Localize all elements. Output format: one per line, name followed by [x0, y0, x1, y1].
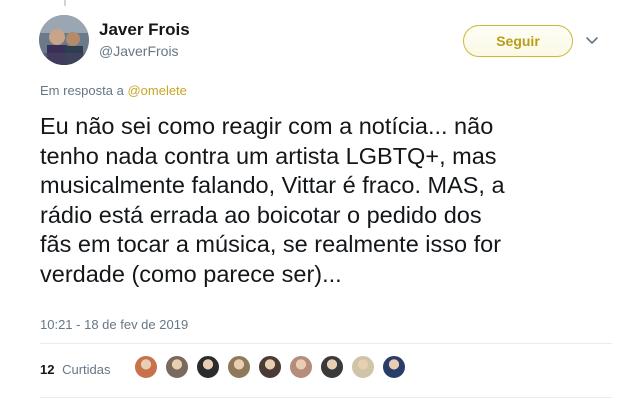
liker-avatar[interactable] [196, 355, 220, 379]
author-name[interactable]: Javer Frois [99, 20, 190, 40]
follow-button[interactable]: Seguir [463, 25, 573, 57]
liker-avatar[interactable] [289, 355, 313, 379]
tweet-timestamp[interactable]: 10:21 - 18 de fev de 2019 [40, 317, 188, 332]
liker-avatar[interactable] [227, 355, 251, 379]
divider [40, 343, 612, 344]
divider [40, 397, 612, 398]
liker-avatar[interactable] [258, 355, 282, 379]
likes-stat[interactable]: 12 Curtidas [40, 362, 111, 377]
reply-prefix: Em resposta a [40, 83, 124, 98]
likes-count: 12 [40, 362, 55, 377]
liker-avatar[interactable] [320, 355, 344, 379]
liker-avatars [134, 355, 413, 383]
chevron-down-icon[interactable] [584, 32, 600, 48]
liker-avatar[interactable] [165, 355, 189, 379]
reply-context: Em resposta a @omelete [40, 83, 187, 98]
tweet-text: Eu não sei como reagir com a notícia... … [40, 113, 505, 287]
liker-avatar[interactable] [351, 355, 375, 379]
user-avatar-photo-icon [39, 15, 89, 65]
liker-avatar[interactable] [382, 355, 406, 379]
author-avatar[interactable] [39, 15, 89, 65]
likes-label: Curtidas [62, 362, 111, 377]
liker-avatar[interactable] [134, 355, 158, 379]
author-handle[interactable]: @JaverFrois [99, 43, 179, 59]
reply-mention-link[interactable]: @omelete [127, 83, 186, 98]
thread-connector-line [64, 0, 66, 6]
